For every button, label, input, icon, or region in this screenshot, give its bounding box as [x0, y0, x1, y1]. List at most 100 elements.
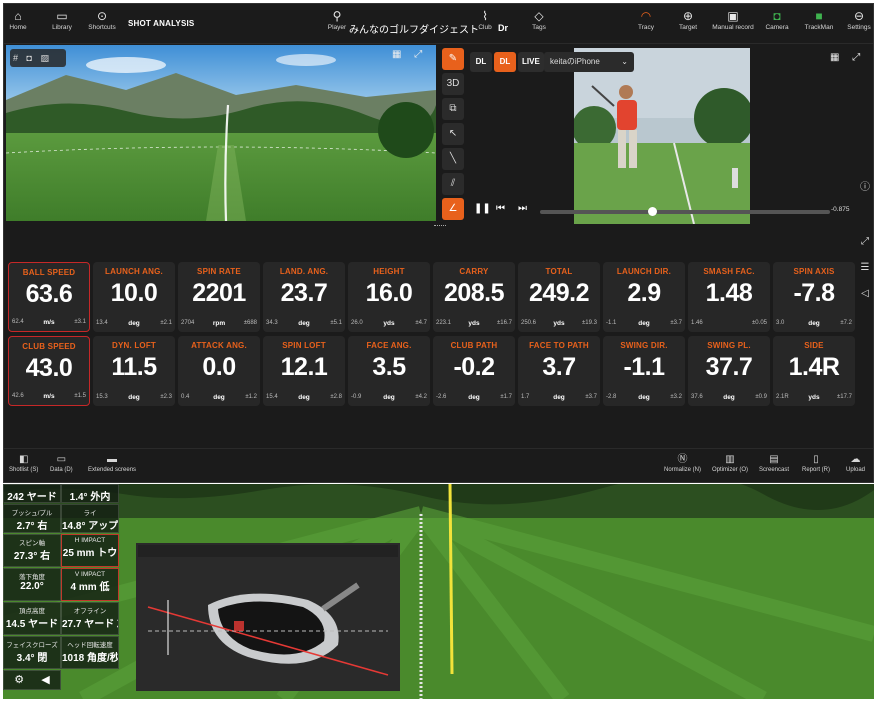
playback-bar: ❚❚ ⏮ ⏭ -0.875: [470, 203, 873, 221]
nav-manual-record-button[interactable]: ▣ Manual record: [711, 8, 755, 31]
swing-video[interactable]: [574, 48, 750, 224]
metric-value: 16.0: [365, 279, 413, 307]
metric-tile-face-to-path[interactable]: FACE TO PATH 3.7 1.7 deg ±3.7: [518, 336, 600, 406]
nav-label: Camera: [765, 24, 789, 31]
metric-tile-land-ang[interactable]: LAND. ANG. 23.7 34.3 deg ±5.1: [263, 262, 345, 332]
normalize-button[interactable]: Ⓝ Normalize (N): [664, 453, 701, 473]
metric-tile-attack-ang[interactable]: ATTACK ANG. 0.0 0.4 deg ±1.2: [178, 336, 260, 406]
scrub-handle[interactable]: [648, 207, 657, 216]
record-icon: ▣: [727, 9, 739, 23]
collapse-arrow-icon[interactable]: ◀: [41, 674, 49, 686]
head-speed-value: 1018 角度/秒: [62, 653, 119, 664]
metric-deviation: ±0.9: [755, 394, 767, 400]
metric-deviation: ±1.7: [500, 394, 512, 400]
live-button[interactable]: LIVE: [518, 52, 544, 72]
metric-tile-spin-axis[interactable]: SPIN AXIS -7.8 3.0 deg ±7.2: [773, 262, 855, 332]
pointer-tool-icon[interactable]: ↖: [442, 123, 464, 145]
layout-icon[interactable]: ▦: [830, 52, 839, 63]
pen-tool-icon[interactable]: ✎: [442, 48, 464, 70]
3d-tool-button[interactable]: 3D: [442, 73, 464, 95]
metric-tile-club-speed[interactable]: CLUB SPEED 43.0 42.6 m/s ±1.5: [8, 336, 90, 406]
metric-tile-face-ang[interactable]: FACE ANG. 3.5 -0.9 deg ±4.2: [348, 336, 430, 406]
metric-tile-launch-ang[interactable]: LAUNCH ANG. 10.0 13.4 deg ±2.1: [93, 262, 175, 332]
drawing-tools: ✎ 3D ⧉ ↖ ╲ ⫽ ∠: [442, 48, 466, 226]
resize-handle[interactable]: [434, 225, 446, 228]
metric-tile-total[interactable]: TOTAL 249.2 250.6 yds ±19.3: [518, 262, 600, 332]
extended-button[interactable]: ▬ Extended screens: [88, 453, 136, 473]
lie-value: 14.8° アップ: [62, 521, 119, 532]
speaker-icon[interactable]: ◁: [856, 288, 873, 314]
shotlist-button[interactable]: ◧ Shotlist (S): [9, 453, 38, 473]
dl-active-button[interactable]: DL: [494, 52, 516, 72]
spin-axis-value: 27.3° 右: [13, 551, 51, 562]
nav-shortcuts-button[interactable]: ⊙ Shortcuts: [80, 8, 124, 31]
double-line-tool-icon[interactable]: ⫽: [442, 173, 464, 195]
pause-icon[interactable]: ❚❚: [474, 203, 491, 214]
metric-deviation: ±3.7: [585, 394, 597, 400]
club-impact-render: [138, 545, 398, 689]
data-button[interactable]: ▭ Data (D): [50, 453, 73, 473]
bottom-label: Screencast: [759, 467, 790, 473]
fullscreen-icon[interactable]: ⤢: [852, 52, 860, 63]
dl-button[interactable]: DL: [470, 52, 492, 72]
metric-deviation: ±3.7: [670, 320, 682, 326]
metric-tile-dyn-loft[interactable]: DYN. LOFT 11.5 15.3 deg ±2.3: [93, 336, 175, 406]
metric-tile-club-path[interactable]: CLUB PATH -0.2 -2.6 deg ±1.7: [433, 336, 515, 406]
metric-value: -0.2: [453, 353, 495, 381]
metric-value: 249.2: [528, 279, 590, 307]
device-select[interactable]: keitaのiPhone ⌄: [544, 52, 634, 72]
metric-tile-spin-rate[interactable]: SPIN RATE 2201 2704 rpm ±688: [178, 262, 260, 332]
layout-icon[interactable]: ▦: [392, 49, 401, 60]
metric-label: TOTAL: [545, 267, 573, 276]
grid-icon[interactable]: #: [13, 53, 18, 63]
metric-tile-spin-loft[interactable]: SPIN LOFT 12.1 15.4 deg ±2.8: [263, 336, 345, 406]
lie-label: ライ: [83, 510, 97, 517]
line-tool-icon[interactable]: ╲: [442, 148, 464, 170]
sliders-icon[interactable]: ☰: [856, 262, 873, 288]
metric-tile-ball-speed[interactable]: BALL SPEED 63.6 62.4 m/s ±3.1: [8, 262, 90, 332]
camera-icon[interactable]: ◘: [27, 53, 32, 63]
gear-icon[interactable]: ⚙: [14, 674, 24, 686]
carry-total: 242 ヤード: [7, 492, 57, 503]
metric-tile-launch-dir[interactable]: LAUNCH DIR. 2.9 -1.1 deg ±3.7: [603, 262, 685, 332]
angle-tool-icon[interactable]: ∠: [442, 198, 464, 220]
previous-icon[interactable]: ⏮: [496, 203, 505, 214]
metric-label: SWING DIR.: [620, 341, 668, 350]
screencast-button[interactable]: ▤ Screencast: [759, 453, 789, 473]
nav-label: Manual record: [712, 24, 754, 31]
image-icon[interactable]: ▨: [40, 53, 49, 63]
metric-tile-carry[interactable]: CARRY 208.5 223.1 yds ±16.7: [433, 262, 515, 332]
player-name[interactable]: みんなのゴルフダイジェスト: [349, 21, 479, 36]
metric-label: FACE ANG.: [366, 341, 412, 350]
fullscreen-icon[interactable]: ⤢: [414, 49, 422, 60]
upload-button[interactable]: ☁ Upload: [846, 453, 865, 473]
nav-trackman-button[interactable]: ■ TrackMan: [797, 8, 841, 31]
nav-library-button[interactable]: ▭ Library: [40, 8, 84, 31]
info-icon[interactable]: ⓘ: [860, 178, 870, 193]
nav-home-button[interactable]: ⌂ Home: [4, 8, 40, 31]
shot-stats-panel: 242 ヤード 1.4° 外内 プッシュ/プル 2.7° 右 ライ 14.8° アッ…: [3, 484, 119, 697]
nav-camera-button[interactable]: ◘ Camera: [755, 8, 799, 31]
trajectory-view[interactable]: # ◘ ▨ ▦ ⤢: [6, 45, 436, 221]
metric-tile-swing-dir[interactable]: SWING DIR. -1.1 -2.8 deg ±3.2: [603, 336, 685, 406]
nav-tracy-button[interactable]: ◠ Tracy: [624, 8, 668, 31]
next-icon[interactable]: ⏭: [518, 203, 527, 214]
nav-settings-button[interactable]: ⊖ Settings: [837, 8, 873, 31]
metric-tile-side[interactable]: SIDE 1.4R 2.1R yds ±17.7: [773, 336, 855, 406]
nav-tags-button[interactable]: ◇ Tags: [517, 8, 561, 31]
metric-label: CLUB PATH: [450, 341, 498, 350]
nav-label: Library: [52, 24, 72, 31]
expand-icon[interactable]: ⤢: [856, 236, 873, 262]
nav-label: Target: [678, 24, 698, 31]
optimizer-button[interactable]: ▥ Optimizer (O): [712, 453, 748, 473]
nav-target-button[interactable]: ⊕ Target: [666, 8, 710, 31]
metric-tile-height[interactable]: HEIGHT 16.0 26.0 yds ±4.7: [348, 262, 430, 332]
scrub-bar[interactable]: [540, 210, 830, 214]
club-value[interactable]: Dr: [498, 23, 508, 33]
shotlist-icon: ◧: [18, 454, 29, 465]
metric-tile-smash-fac[interactable]: SMASH FAC. 1.48 1.46 ±0.05: [688, 262, 770, 332]
metric-tile-swing-pl[interactable]: SWING PL. 37.7 37.6 deg ±0.9: [688, 336, 770, 406]
report-button[interactable]: ▯ Report (R): [802, 453, 830, 473]
copy-tool-icon[interactable]: ⧉: [442, 98, 464, 120]
offline-label: オフライン: [73, 608, 107, 615]
